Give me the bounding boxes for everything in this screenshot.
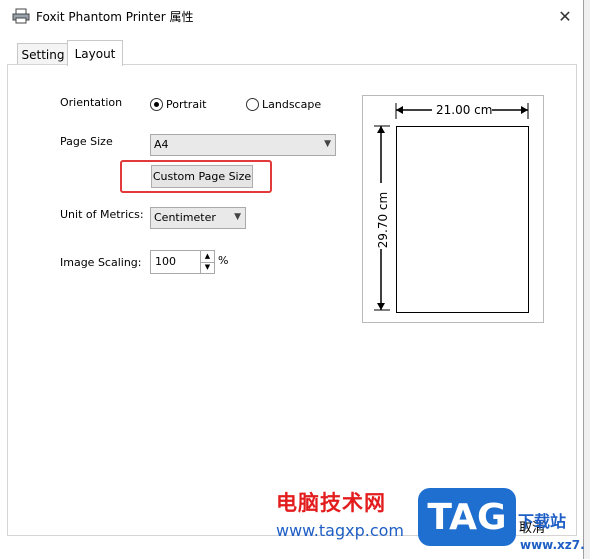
portrait-radio-button[interactable] (150, 98, 163, 111)
title-bar: Foxit Phantom Printer 属性 ✕ (0, 0, 583, 32)
printer-icon (12, 8, 30, 24)
page-size-value: A4 (154, 138, 169, 151)
image-scaling-input[interactable]: 100 (155, 255, 176, 268)
properties-window: Foxit Phantom Printer 属性 ✕ Setting Layou… (0, 0, 590, 559)
close-button[interactable]: ✕ (548, 2, 582, 30)
tab-layout[interactable]: Layout (67, 40, 123, 66)
watermark-site-url: www.tagxp.com (276, 521, 404, 540)
portrait-radio[interactable]: Portrait (150, 98, 230, 112)
image-scaling-label: Image Scaling: (60, 256, 142, 269)
tab-layout-label: Layout (74, 46, 116, 61)
image-scaling-stepper[interactable]: 100 ▲ ▼ (150, 250, 215, 274)
landscape-radio[interactable]: Landscape (246, 98, 326, 112)
portrait-label: Portrait (166, 98, 207, 111)
watermark-download-url: www.xz7.com (520, 538, 590, 552)
percent-sign: % (218, 254, 229, 267)
landscape-radio-button[interactable] (246, 98, 259, 111)
custom-page-size-button[interactable]: Custom Page Size (151, 165, 253, 188)
orientation-label: Orientation (60, 96, 123, 109)
tab-setting[interactable]: Setting (17, 43, 69, 66)
window-title: Foxit Phantom Printer 属性 (36, 10, 194, 24)
watermark-download-site: 下载站 (518, 512, 567, 531)
preview-height-label: 29.70 cm (376, 191, 391, 249)
watermark-site-name: 电脑技术网 (276, 491, 386, 515)
background-window-edge (584, 0, 590, 559)
chevron-down-icon: ▼ (324, 139, 331, 149)
page-size-select[interactable]: A4 ▼ (150, 134, 336, 156)
page-size-label: Page Size (60, 135, 113, 148)
chevron-down-icon: ▼ (234, 212, 241, 222)
tab-setting-label: Setting (21, 47, 65, 62)
tag-logo: TAG (418, 488, 516, 546)
unit-of-metrics-value: Centimeter (154, 211, 216, 224)
unit-of-metrics-label: Unit of Metrics: (60, 208, 144, 221)
custom-page-size-label: Custom Page Size (152, 170, 252, 183)
tag-logo-text: TAG (427, 496, 507, 538)
preview-width-label: 21.00 cm (436, 103, 493, 117)
stepper-down-button[interactable]: ▼ (200, 262, 214, 273)
close-icon: ✕ (558, 6, 572, 26)
unit-of-metrics-select[interactable]: Centimeter ▼ (150, 207, 246, 229)
landscape-label: Landscape (262, 98, 322, 111)
